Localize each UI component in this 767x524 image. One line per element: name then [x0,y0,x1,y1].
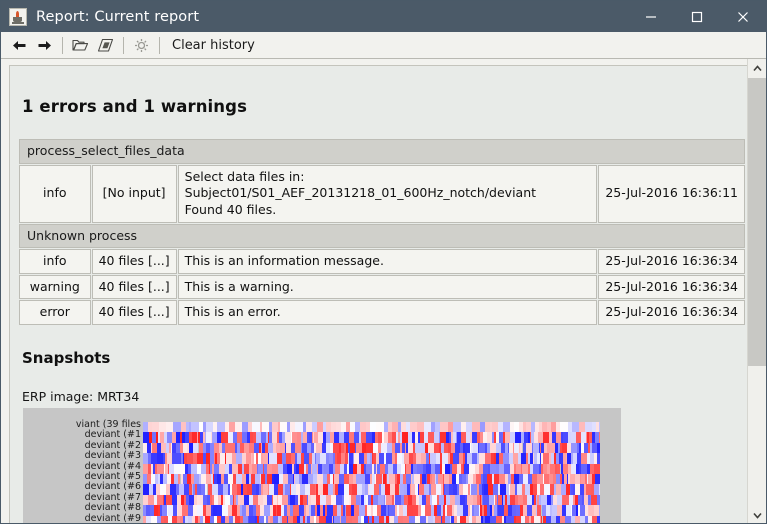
report-log-table: process_select_files_datainfo[No input]S… [18,138,746,326]
table-row[interactable]: error40 files [...]This is an error.25-J… [19,300,745,325]
erp-heatmap-row [143,432,600,442]
minimize-button[interactable] [628,1,674,32]
log-time-cell: 25-Jul-2016 16:36:34 [598,300,745,325]
table-row[interactable]: info40 files [...]This is an information… [19,249,745,274]
log-input-cell[interactable]: [No input] [92,165,177,223]
java-coffee-cup-icon [9,8,27,26]
erp-heatmap-row [143,484,600,494]
log-message-cell: This is an information message. [178,249,598,274]
report-scroll-viewport: 1 errors and 1 warnings process_select_f… [9,65,747,524]
toolbar-separator [159,37,160,54]
chevron-down-icon[interactable] [748,506,767,524]
table-row[interactable]: warning40 files [...]This is a warning.2… [19,275,745,300]
page-title: 1 errors and 1 warnings [22,97,747,116]
erp-heatmap-row [143,453,600,463]
log-type-cell: error [19,300,91,325]
log-time-cell: 25-Jul-2016 16:36:34 [598,275,745,300]
close-button[interactable] [720,1,766,32]
vertical-scroll-thumb[interactable] [748,78,767,366]
log-type-cell: info [19,165,91,223]
vertical-scrollbar[interactable] [747,59,766,524]
window-controls [628,1,766,32]
log-type-cell: warning [19,275,91,300]
window-titlebar: Report: Current report [1,1,766,32]
log-type-cell: info [19,249,91,274]
erp-image-snapshot[interactable]: viant (39 filesdeviant (#1deviant (#2dev… [23,408,621,524]
log-input-cell[interactable]: 40 files [...] [92,249,177,274]
erp-heatmap-row [143,516,600,524]
log-message-cell: Select data files in: Subject01/S01_AEF_… [178,165,598,223]
arrow-right-icon[interactable] [32,33,57,58]
report-window: Report: Current report [0,0,767,524]
maximize-button[interactable] [674,1,720,32]
erp-heatmap-row [143,443,600,453]
table-row[interactable]: info[No input]Select data files in: Subj… [19,165,745,223]
erp-y-tick-label: deviant (#3 [23,451,141,461]
toolbar-separator [123,37,124,54]
toolbar-separator [62,37,63,54]
log-message-cell: This is an error. [178,300,598,325]
chevron-up-icon[interactable] [748,59,767,78]
snapshot-caption: ERP image: MRT34 [22,389,747,404]
erp-heatmap-row [143,422,600,432]
log-time-cell: 25-Jul-2016 16:36:11 [598,165,745,223]
erp-y-tick-label: deviant (#8 [23,503,141,513]
snapshots-heading: Snapshots [22,349,747,367]
report-body: 1 errors and 1 warnings process_select_f… [10,66,747,524]
erp-heatmap-row [143,495,600,505]
log-group-name: Unknown process [19,224,745,249]
log-input-cell[interactable]: 40 files [...] [92,300,177,325]
log-input-cell[interactable]: 40 files [...] [92,275,177,300]
log-message-cell: This is a warning. [178,275,598,300]
report-content-wrapper: 1 errors and 1 warnings process_select_f… [1,59,766,524]
erp-heatmap-row [143,505,600,515]
save-snapshot-icon[interactable] [93,33,118,58]
erp-heatmap [143,422,600,524]
erp-heatmap-row [143,464,600,474]
gear-icon[interactable] [129,33,154,58]
log-time-cell: 25-Jul-2016 16:36:34 [598,249,745,274]
clear-history-button[interactable]: Clear history [172,38,255,53]
report-toolbar: Clear history [1,32,766,59]
log-group-name: process_select_files_data [19,139,745,164]
arrow-left-icon[interactable] [7,33,32,58]
erp-heatmap-row [143,474,600,484]
log-group-header: Unknown process [19,224,745,249]
erp-y-axis-labels: viant (39 filesdeviant (#1deviant (#2dev… [23,420,141,524]
window-title: Report: Current report [36,9,199,25]
log-group-header: process_select_files_data [19,139,745,164]
open-folder-icon[interactable] [68,33,93,58]
